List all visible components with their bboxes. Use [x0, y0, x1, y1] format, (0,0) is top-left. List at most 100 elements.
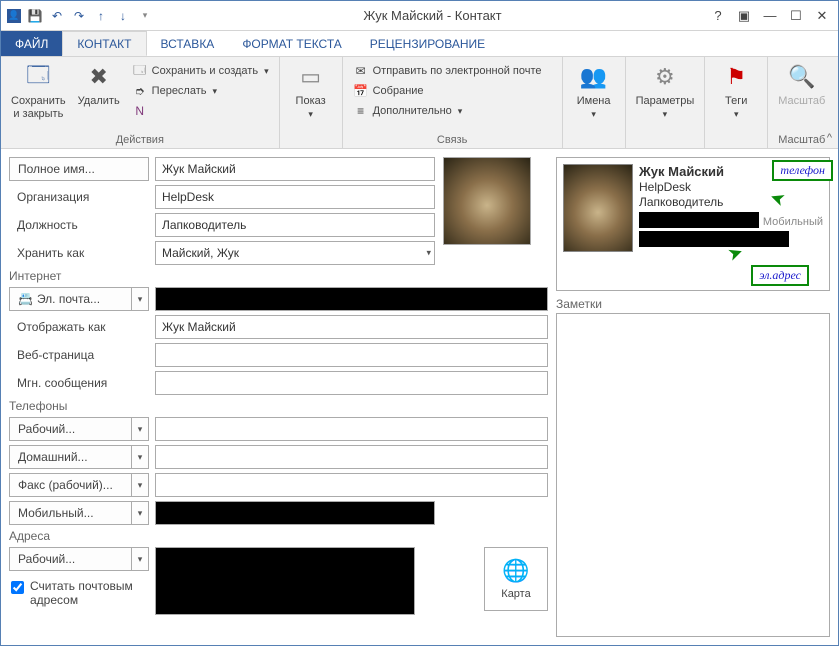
params-button[interactable]: ⚙ Параметры▾	[632, 59, 699, 122]
tab-file[interactable]: ФАЙЛ	[1, 31, 62, 56]
chevron-down-icon[interactable]: ▾	[131, 473, 149, 497]
more-button[interactable]: ≡Дополнительно▾	[349, 101, 546, 121]
email-icon: ✉	[353, 63, 369, 79]
phone-mobile-input[interactable]	[155, 501, 435, 525]
save-and-close-button[interactable]: 🗔 Сохранить и закрыть	[7, 59, 70, 122]
contact-form-body: Полное имя... Организация Должность Хран…	[1, 149, 838, 645]
redo-icon[interactable]: ↷	[71, 8, 87, 24]
chevron-down-icon[interactable]: ▾	[131, 547, 149, 571]
mailing-address-checkbox[interactable]: Считать почтовым адресом	[11, 579, 149, 608]
phone-mobile-dropdown[interactable]: Мобильный...▾	[9, 501, 149, 525]
card-mobile-label: Мобильный	[763, 216, 823, 228]
full-name-input[interactable]	[155, 157, 435, 181]
tags-button[interactable]: ⚑ Теги▾	[711, 59, 761, 122]
meeting-button[interactable]: 📅Собрание	[349, 81, 546, 101]
addresses-section-header: Адреса	[9, 529, 548, 543]
address-textarea[interactable]	[155, 547, 415, 615]
ribbon-toggle-button[interactable]: ▣	[732, 6, 756, 26]
email-type-dropdown[interactable]: 📇Эл. почта... ▾	[9, 287, 149, 311]
phone-home-dropdown[interactable]: Домашний...▾	[9, 445, 149, 469]
phone-fax-dropdown[interactable]: Факс (рабочий)...▾	[9, 473, 149, 497]
forward-button[interactable]: ➮Переслать▾	[128, 81, 273, 101]
chevron-down-icon[interactable]: ▾	[131, 445, 149, 469]
tab-format[interactable]: ФОРМАТ ТЕКСТА	[228, 31, 355, 56]
mailing-checkbox-input[interactable]	[11, 581, 24, 594]
card-name: Жук Майский	[639, 164, 789, 179]
ribbon-group-actions: 🗔 Сохранить и закрыть ✖ Удалить 🗔Сохрани…	[1, 57, 280, 148]
title-bar: 👤 💾 ↶ ↷ ↑ ↓ ▾ Жук Майский - Контакт ? ▣ …	[1, 1, 838, 31]
webpage-label: Веб-страница	[9, 343, 149, 367]
full-name-button[interactable]: Полное имя...	[9, 157, 149, 181]
forward-icon: ➮	[132, 83, 148, 99]
help-button[interactable]: ?	[706, 6, 730, 26]
gear-icon: ⚙	[649, 61, 681, 93]
file-as-combo[interactable]	[155, 241, 435, 265]
phone-work-input[interactable]	[155, 417, 548, 441]
internet-section-header: Интернет	[9, 269, 548, 283]
names-icon: 👥	[578, 61, 610, 93]
save-new-icon: 🗔	[132, 63, 148, 79]
display-as-input[interactable]	[155, 315, 548, 339]
card-org: HelpDesk	[639, 180, 789, 194]
down-arrow-icon[interactable]: ↓	[115, 8, 131, 24]
send-email-button[interactable]: ✉Отправить по электронной почте	[349, 61, 546, 81]
tab-insert[interactable]: ВСТАВКА	[147, 31, 229, 56]
show-icon: ▭	[295, 61, 327, 93]
phone-fax-input[interactable]	[155, 473, 548, 497]
onenote-icon: N	[132, 103, 148, 119]
organization-label: Организация	[9, 185, 149, 209]
phone-work-dropdown[interactable]: Рабочий...▾	[9, 417, 149, 441]
card-phone-redacted	[639, 212, 759, 228]
organization-input[interactable]	[155, 185, 435, 209]
save-and-new-button[interactable]: 🗔Сохранить и создать▾	[128, 61, 273, 81]
ribbon-tabs: ФАЙЛ КОНТАКТ ВСТАВКА ФОРМАТ ТЕКСТА РЕЦЕН…	[1, 31, 838, 57]
map-button[interactable]: 🌐 Карта	[484, 547, 548, 611]
meeting-icon: 📅	[353, 83, 369, 99]
window-controls: ? ▣ — ☐ ✕	[706, 6, 838, 26]
delete-button[interactable]: ✖ Удалить	[74, 59, 124, 110]
ribbon-group-link: ✉Отправить по электронной почте 📅Собрани…	[343, 57, 563, 148]
chevron-down-icon[interactable]: ▾	[131, 501, 149, 525]
card-email-redacted	[639, 231, 789, 247]
tab-contact[interactable]: КОНТАКТ	[62, 31, 146, 56]
annotation-email: эл.адрес	[751, 265, 809, 286]
card-title: Лапководитель	[639, 195, 789, 209]
ribbon-group-params: ⚙ Параметры▾	[626, 57, 706, 148]
save-icon[interactable]: 💾	[27, 8, 43, 24]
display-as-label: Отображать как	[9, 315, 149, 339]
ribbon-group-show: ▭ Показ▾	[280, 57, 343, 148]
phone-home-input[interactable]	[155, 445, 548, 469]
ribbon-group-tags: ⚑ Теги▾	[705, 57, 768, 148]
maximize-button[interactable]: ☐	[784, 6, 808, 26]
undo-icon[interactable]: ↶	[49, 8, 65, 24]
email-input[interactable]	[155, 287, 548, 311]
chevron-down-icon[interactable]: ▾	[131, 287, 149, 311]
address-type-dropdown[interactable]: Рабочий...▾	[9, 547, 149, 571]
quick-access-toolbar: 👤 💾 ↶ ↷ ↑ ↓ ▾	[1, 8, 159, 24]
tab-review[interactable]: РЕЦЕНЗИРОВАНИЕ	[356, 31, 499, 56]
webpage-input[interactable]	[155, 343, 548, 367]
names-button[interactable]: 👥 Имена▾	[569, 59, 619, 122]
im-input[interactable]	[155, 371, 548, 395]
file-as-label: Хранить как	[9, 241, 149, 265]
onenote-button[interactable]: N	[128, 101, 273, 121]
business-card-preview[interactable]: Жук Майский HelpDesk Лапководитель Мобил…	[556, 157, 830, 291]
job-title-label: Должность	[9, 213, 149, 237]
contact-photo[interactable]	[443, 157, 531, 245]
collapse-ribbon-button[interactable]: ^	[827, 132, 832, 144]
phones-section-header: Телефоны	[9, 399, 548, 413]
job-title-input[interactable]	[155, 213, 435, 237]
ribbon-group-zoom: 🔍 Масштаб Масштаб	[768, 57, 835, 148]
contact-icon[interactable]: 👤	[7, 9, 21, 23]
up-arrow-icon[interactable]: ↑	[93, 8, 109, 24]
show-button[interactable]: ▭ Показ▾	[286, 59, 336, 122]
close-button[interactable]: ✕	[810, 6, 834, 26]
notes-textarea[interactable]	[556, 313, 830, 637]
minimize-button[interactable]: —	[758, 6, 782, 26]
chevron-down-icon[interactable]: ▾	[131, 417, 149, 441]
zoom-button[interactable]: 🔍 Масштаб	[774, 59, 829, 110]
notes-label: Заметки	[556, 297, 830, 311]
save-close-icon: 🗔	[22, 61, 54, 93]
ribbon: 🗔 Сохранить и закрыть ✖ Удалить 🗔Сохрани…	[1, 57, 838, 149]
qat-dropdown-icon[interactable]: ▾	[137, 8, 153, 24]
